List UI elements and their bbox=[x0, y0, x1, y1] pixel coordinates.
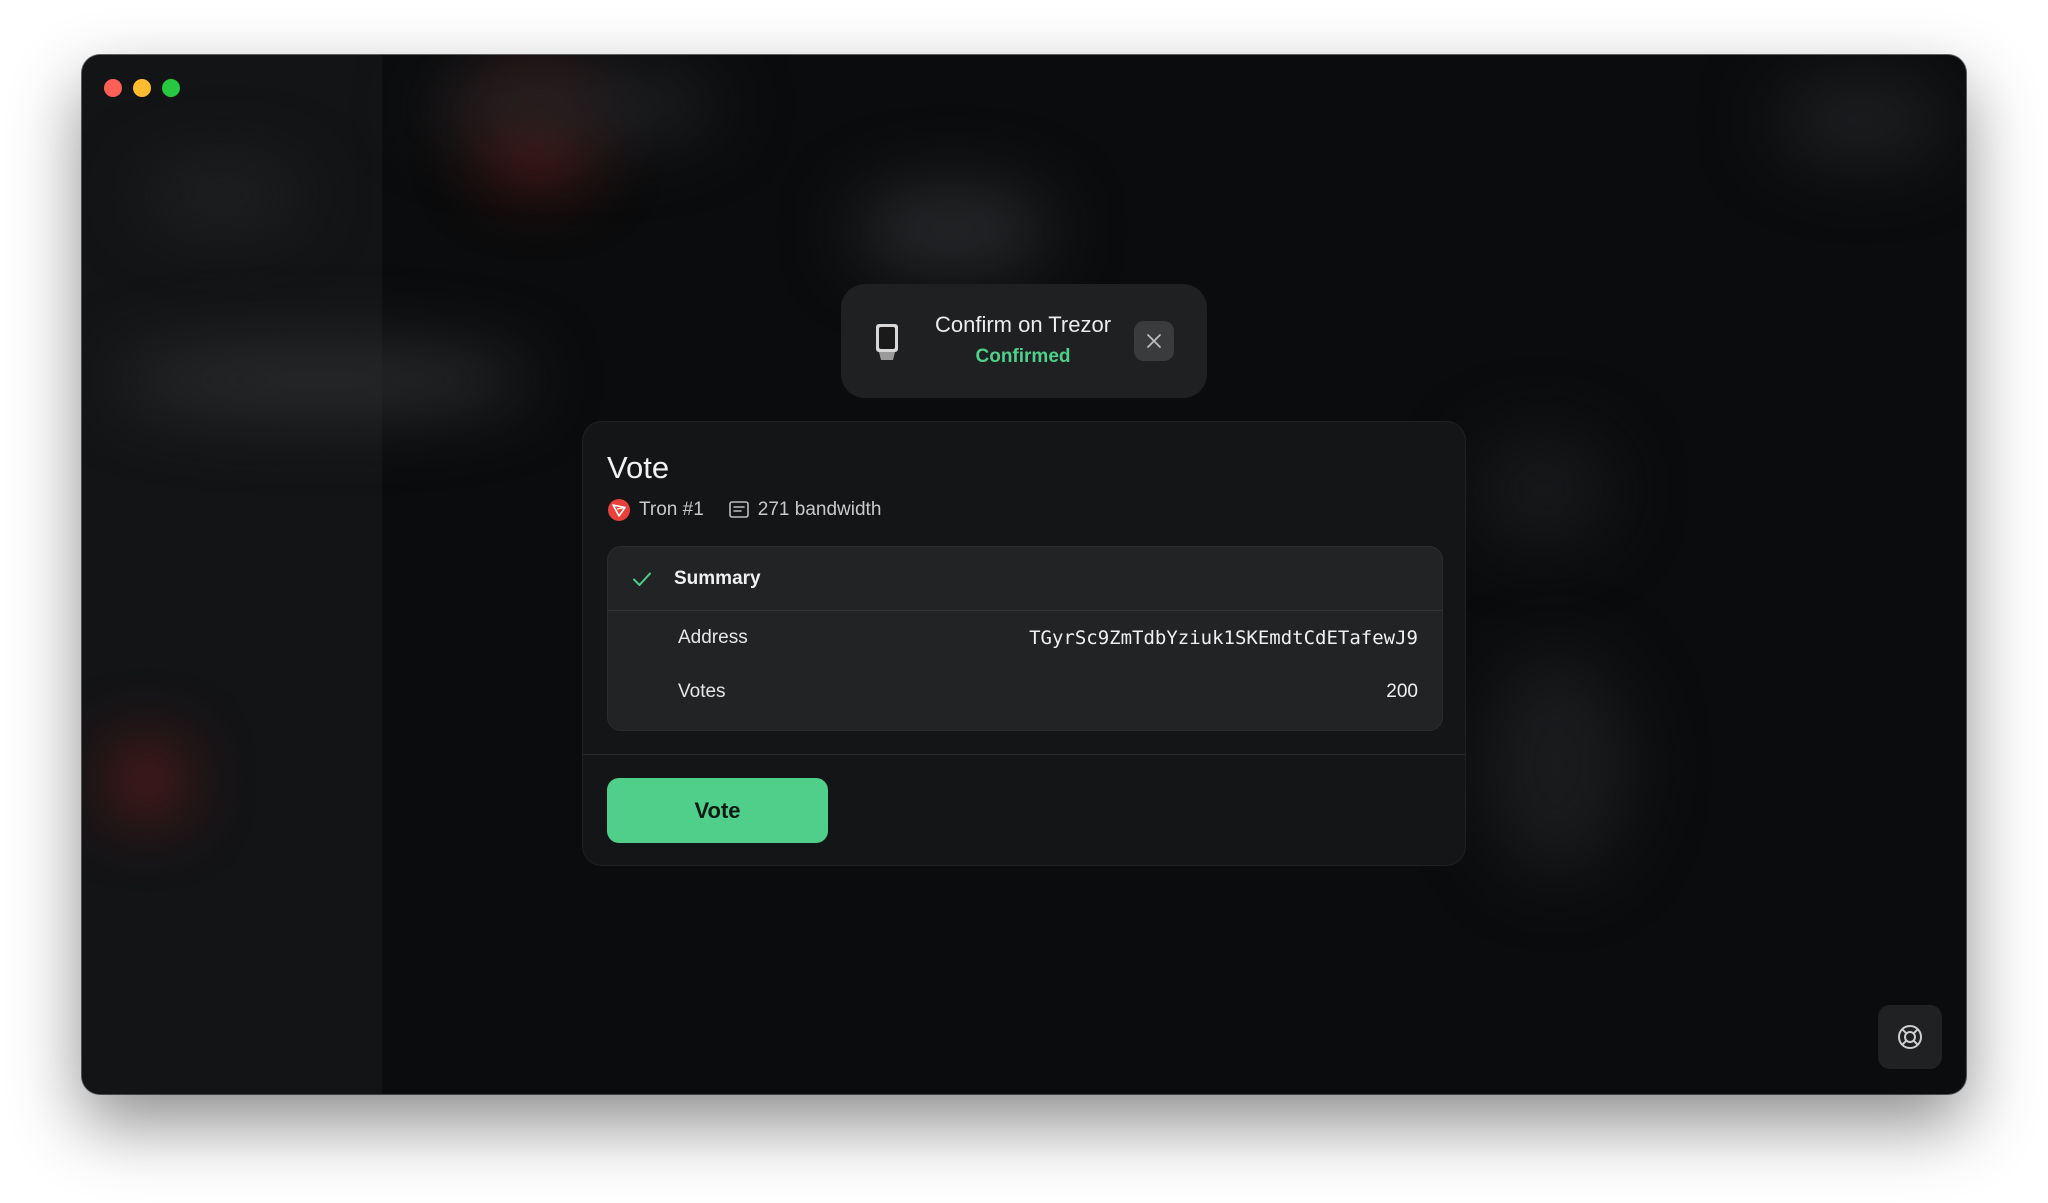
blurred-item bbox=[852, 185, 1052, 275]
summary-panel: Summary Address TGyrSc9ZmTdbYziuk1SKEmdt… bbox=[607, 546, 1443, 731]
toast-status: Confirmed bbox=[975, 346, 1071, 367]
summary-row-votes: Votes 200 bbox=[678, 681, 1418, 703]
account-badge: Tron #1 bbox=[607, 498, 704, 522]
bandwidth-badge: 271 bandwidth bbox=[728, 499, 882, 521]
toast-close-button[interactable] bbox=[1134, 321, 1174, 361]
blurred-item bbox=[1472, 435, 1612, 545]
trezor-device-icon bbox=[876, 324, 898, 360]
zoom-window-button[interactable] bbox=[162, 79, 180, 97]
check-icon bbox=[633, 572, 651, 586]
transaction-meta: Tron #1 271 bandwidth bbox=[607, 498, 905, 522]
close-icon bbox=[1147, 334, 1161, 348]
modal-title: Vote bbox=[607, 450, 670, 485]
vote-modal: Vote Tron #1 271 bandwidth Summary Addre… bbox=[582, 421, 1466, 866]
blurred-item bbox=[112, 745, 182, 815]
blurred-item bbox=[1482, 655, 1632, 875]
toast-title: Confirm on Trezor bbox=[934, 312, 1112, 337]
modal-divider bbox=[583, 754, 1465, 755]
help-button[interactable] bbox=[1878, 1005, 1942, 1069]
blurred-item bbox=[112, 345, 532, 415]
close-window-button[interactable] bbox=[104, 79, 122, 97]
address-value: TGyrSc9ZmTdbYziuk1SKEmdtCdETafewJ9 bbox=[1029, 627, 1418, 649]
account-label: Tron #1 bbox=[639, 499, 704, 520]
receipt-icon bbox=[728, 501, 749, 518]
blurred-item bbox=[1772, 75, 1952, 165]
minimize-window-button[interactable] bbox=[133, 79, 151, 97]
bandwidth-label: 271 bandwidth bbox=[757, 499, 882, 520]
row-label: Votes bbox=[678, 681, 726, 702]
summary-row-address: Address TGyrSc9ZmTdbYziuk1SKEmdtCdETafew… bbox=[678, 627, 1418, 649]
toast-text: Confirm on Trezor Confirmed bbox=[923, 312, 1123, 368]
votes-value: 200 bbox=[1386, 681, 1418, 702]
vote-button[interactable]: Vote bbox=[607, 778, 828, 843]
lifebuoy-icon bbox=[1898, 1025, 1922, 1049]
app-window: Confirm on Trezor Confirmed Vote Tron #1 bbox=[82, 55, 1966, 1094]
summary-header[interactable]: Summary bbox=[608, 547, 1442, 611]
window-controls bbox=[104, 79, 180, 97]
row-label: Address bbox=[678, 627, 748, 648]
confirm-toast: Confirm on Trezor Confirmed bbox=[841, 284, 1207, 398]
tron-icon bbox=[608, 499, 630, 521]
summary-label: Summary bbox=[674, 567, 761, 589]
blurred-item bbox=[422, 65, 722, 145]
blurred-item bbox=[142, 165, 302, 225]
